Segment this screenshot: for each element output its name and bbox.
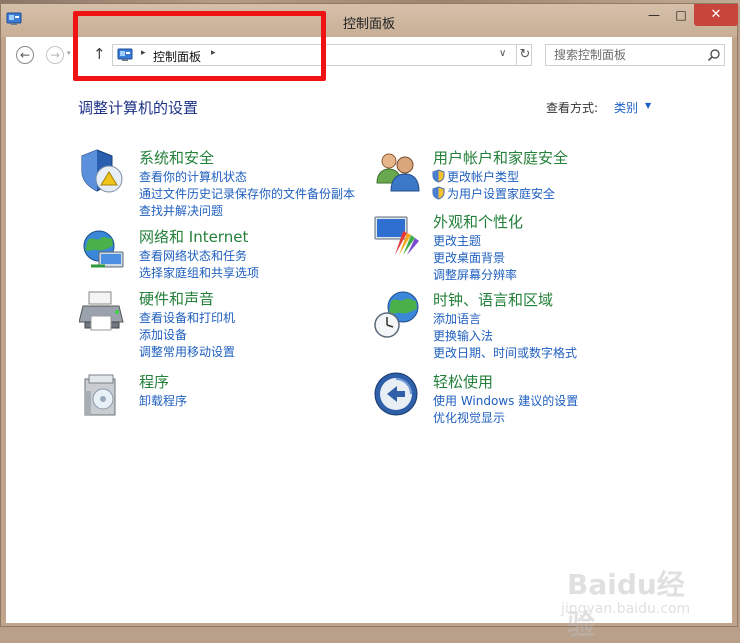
link-network-status[interactable]: 查看网络状态和任务 bbox=[139, 247, 247, 264]
link-uninstall-program[interactable]: 卸载程序 bbox=[139, 392, 187, 409]
appearance-monitor-icon[interactable] bbox=[373, 211, 423, 261]
link-mobility-settings[interactable]: 调整常用移动设置 bbox=[139, 343, 235, 360]
security-shield-icon[interactable] bbox=[79, 147, 129, 197]
view-by-label: 查看方式: bbox=[546, 101, 599, 115]
link-family-safety[interactable]: 为用户设置家庭安全 bbox=[447, 185, 555, 202]
category-system-security: 系统和安全 查看你的计算机状态 通过文件历史记录保存你的文件备份副本 查找并解决… bbox=[79, 147, 369, 219]
link-date-time-format[interactable]: 更改日期、时间或数字格式 bbox=[433, 344, 577, 361]
category-network-internet: 网络和 Internet 查看网络状态和任务 选择家庭组和共享选项 bbox=[79, 226, 369, 281]
printer-icon[interactable] bbox=[79, 288, 129, 338]
uac-shield-icon bbox=[432, 186, 445, 200]
link-add-device[interactable]: 添加设备 bbox=[139, 326, 187, 343]
highlight-annotation bbox=[73, 11, 326, 81]
baidu-watermark: Baidu经验 jingyan.baidu.com bbox=[561, 553, 711, 641]
search-box[interactable] bbox=[545, 44, 725, 66]
link-change-input-method[interactable]: 更换输入法 bbox=[433, 327, 493, 344]
uac-shield-icon bbox=[432, 169, 445, 183]
category-title[interactable]: 外观和个性化 bbox=[433, 211, 523, 232]
search-icon[interactable] bbox=[706, 47, 722, 63]
link-view-computer-status[interactable]: 查看你的计算机状态 bbox=[139, 168, 247, 185]
users-icon[interactable] bbox=[373, 147, 423, 197]
category-clock-language-region: 时钟、语言和区域 添加语言 更换输入法 更改日期、时间或数字格式 bbox=[373, 289, 673, 361]
maximize-button[interactable]: □ bbox=[668, 4, 694, 26]
link-screen-resolution[interactable]: 调整屏幕分辨率 bbox=[433, 266, 517, 283]
view-by-dropdown-arrow[interactable]: ▼ bbox=[645, 101, 651, 110]
back-button[interactable]: ← bbox=[16, 46, 34, 64]
category-title[interactable]: 网络和 Internet bbox=[139, 226, 248, 247]
link-desktop-background[interactable]: 更改桌面背景 bbox=[433, 249, 505, 266]
clock-globe-icon[interactable] bbox=[373, 289, 423, 339]
category-appearance: 外观和个性化 更改主题 更改桌面背景 调整屏幕分辨率 bbox=[373, 211, 673, 283]
watermark-url: jingyan.baidu.com bbox=[561, 601, 691, 617]
control-panel-window: 控制面板 — □ ✕ ← → ▾ ↑ ▸ 控制面板 ▸ ∨ ↻ 搜索控制面板 调… bbox=[0, 3, 738, 641]
refresh-button[interactable]: ↻ bbox=[516, 45, 533, 65]
category-programs: 程序 卸载程序 bbox=[79, 371, 369, 421]
link-recommended-settings[interactable]: 使用 Windows 建议的设置 bbox=[433, 392, 578, 409]
category-title[interactable]: 硬件和声音 bbox=[139, 288, 214, 309]
category-title[interactable]: 程序 bbox=[139, 371, 169, 392]
link-optimize-display[interactable]: 优化视觉显示 bbox=[433, 409, 505, 426]
category-user-accounts: 用户帐户和家庭安全 更改帐户类型 为用户设置家庭安全 bbox=[373, 147, 673, 202]
network-globe-icon[interactable] bbox=[79, 226, 129, 276]
link-change-account-type[interactable]: 更改帐户类型 bbox=[447, 168, 519, 185]
category-title[interactable]: 时钟、语言和区域 bbox=[433, 289, 553, 310]
category-ease-of-access: 轻松使用 使用 Windows 建议的设置 优化视觉显示 bbox=[373, 371, 673, 426]
link-file-history-backup[interactable]: 通过文件历史记录保存你的文件备份副本 bbox=[139, 185, 355, 202]
minimize-button[interactable]: — bbox=[640, 4, 668, 26]
link-devices-printers[interactable]: 查看设备和打印机 bbox=[139, 309, 235, 326]
page-heading: 调整计算机的设置 bbox=[78, 99, 199, 117]
ease-of-access-icon[interactable] bbox=[373, 371, 423, 421]
link-add-language[interactable]: 添加语言 bbox=[433, 310, 481, 327]
category-hardware-sound: 硬件和声音 查看设备和打印机 添加设备 调整常用移动设置 bbox=[79, 288, 369, 360]
address-dropdown-button[interactable]: ∨ bbox=[499, 48, 506, 59]
category-title[interactable]: 轻松使用 bbox=[433, 371, 493, 392]
programs-box-icon[interactable] bbox=[79, 371, 129, 421]
search-input[interactable] bbox=[546, 45, 706, 65]
category-title[interactable]: 用户帐户和家庭安全 bbox=[433, 147, 568, 168]
view-by-dropdown[interactable]: 类别 bbox=[614, 99, 638, 116]
content-area: ← → ▾ ↑ ▸ 控制面板 ▸ ∨ ↻ 搜索控制面板 调整计算机的设置 查看方… bbox=[6, 11, 732, 641]
link-homegroup-sharing[interactable]: 选择家庭组和共享选项 bbox=[139, 264, 259, 281]
link-troubleshoot[interactable]: 查找并解决问题 bbox=[139, 202, 223, 219]
link-change-theme[interactable]: 更改主题 bbox=[433, 232, 481, 249]
category-title[interactable]: 系统和安全 bbox=[139, 147, 214, 168]
forward-button[interactable]: → bbox=[46, 46, 64, 64]
recent-locations-button[interactable]: ▾ bbox=[67, 49, 71, 57]
close-button[interactable]: ✕ bbox=[694, 4, 738, 26]
